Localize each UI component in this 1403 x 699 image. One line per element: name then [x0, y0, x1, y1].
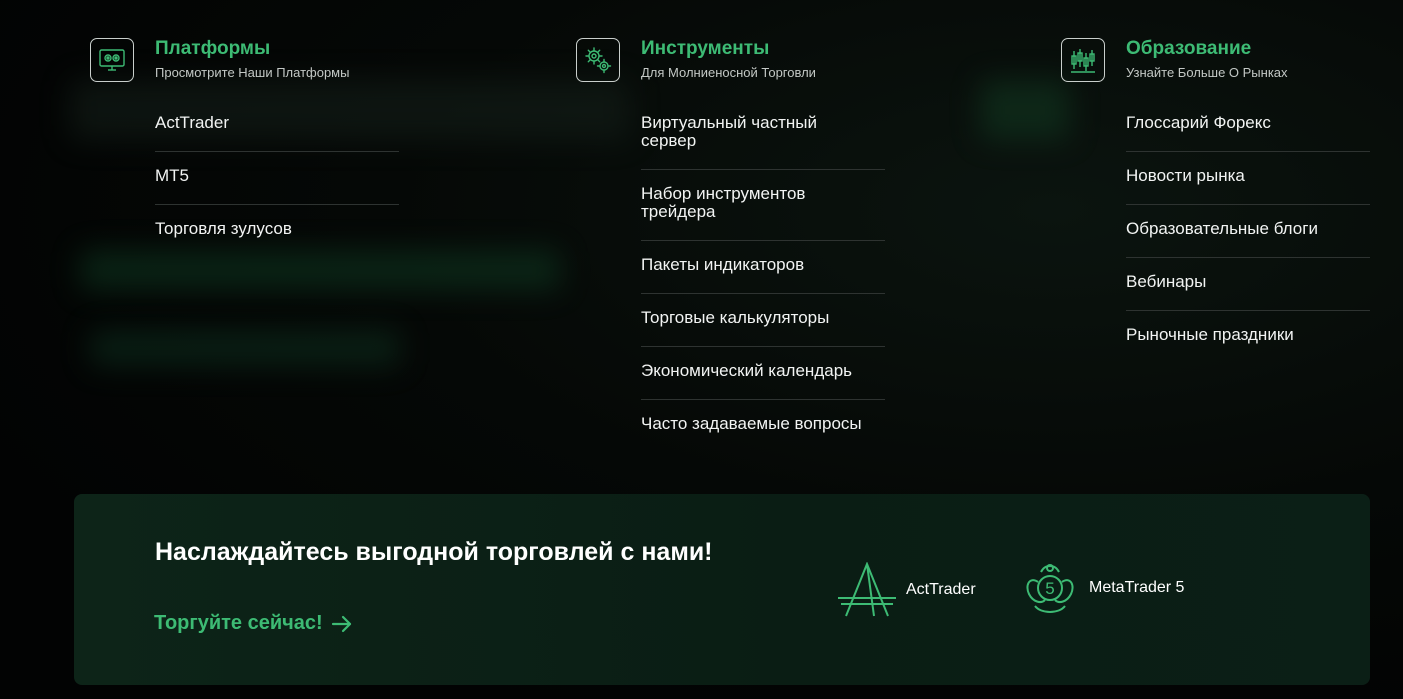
menu-item-label: Часто задаваемые вопросы: [641, 414, 862, 433]
platforms-column: Платформы Просмотрите Наши Платформы Act…: [90, 38, 400, 257]
menu-item-label: Рыночные праздники: [1126, 325, 1294, 344]
menu-item-education-blogs[interactable]: Образовательные блоги: [1126, 205, 1370, 258]
platforms-subtitle: Просмотрите Наши Платформы: [155, 65, 350, 80]
metatrader5-label: MetaTrader 5: [1089, 579, 1185, 596]
menu-item-faq[interactable]: Часто задаваемые вопросы: [641, 400, 885, 452]
tools-title: Инструменты: [641, 38, 770, 59]
menu-item-market-news[interactable]: Новости рынка: [1126, 152, 1370, 205]
education-subtitle: Узнайте Больше О Рынках: [1126, 65, 1288, 80]
education-column: Образование Узнайте Больше О Рынках Глос…: [1061, 38, 1371, 363]
menu-item-indicator-packs[interactable]: Пакеты индикаторов: [641, 241, 885, 294]
acttrader-label: ActTrader: [906, 581, 976, 598]
mega-menu-page: Платформы Просмотрите Наши Платформы Act…: [0, 0, 1403, 699]
menu-item-label: Виртуальный частный сервер: [641, 113, 817, 150]
menu-item-economic-calendar[interactable]: Экономический календарь: [641, 347, 885, 400]
menu-item-trading-calculators[interactable]: Торговые калькуляторы: [641, 294, 885, 347]
cta-title: Наслаждайтесь выгодной торговлей с нами!: [155, 538, 713, 566]
menu-item-zulu-trading[interactable]: Торговля зулусов: [155, 205, 399, 257]
platforms-title: Платформы: [155, 38, 271, 59]
tools-menu: Виртуальный частный сервер Набор инструм…: [641, 99, 885, 452]
menu-item-mt5[interactable]: MT5: [155, 152, 399, 205]
menu-item-label: Вебинары: [1126, 272, 1207, 291]
education-menu: Глоссарий Форекс Новости рынка Образоват…: [1126, 99, 1370, 363]
menu-item-label: Экономический календарь: [641, 361, 853, 380]
candlestick-chart-icon: [1061, 38, 1105, 82]
tools-subtitle: Для Молниеносной Торговли: [641, 65, 816, 80]
cta-banner: Наслаждайтесь выгодной торговлей с нами!…: [74, 494, 1370, 685]
platforms-header: Платформы Просмотрите Наши Платформы: [90, 38, 400, 82]
menu-item-forex-glossary[interactable]: Глоссарий Форекс: [1126, 99, 1370, 152]
acttrader-brand[interactable]: ActTrader: [838, 562, 976, 618]
menu-item-label: Глоссарий Форекс: [1126, 113, 1271, 132]
menu-item-webinars[interactable]: Вебинары: [1126, 258, 1370, 311]
trade-now-label: Торгуйте сейчас!: [154, 612, 323, 634]
menu-item-label: Новости рынка: [1126, 166, 1245, 185]
arrow-right-icon: [331, 615, 351, 633]
platforms-menu: ActTrader MT5 Торговля зулусов: [155, 99, 399, 257]
svg-text:5: 5: [1045, 579, 1054, 598]
background-blur: [90, 330, 400, 366]
monitor-settings-icon: [90, 38, 134, 82]
menu-item-label: Торговля зулусов: [155, 219, 292, 238]
menu-item-label: ActTrader: [155, 113, 230, 132]
trade-now-link[interactable]: Торгуйте сейчас!: [154, 611, 353, 635]
acttrader-logo: [838, 562, 896, 617]
education-title: Образование: [1126, 38, 1252, 59]
menu-item-label: Образовательные блоги: [1126, 219, 1318, 238]
menu-item-market-holidays[interactable]: Рыночные праздники: [1126, 311, 1370, 363]
education-header: Образование Узнайте Больше О Рынках: [1061, 38, 1371, 82]
gears-icon: [576, 38, 620, 82]
menu-item-vps[interactable]: Виртуальный частный сервер: [641, 99, 885, 170]
background-blur: [980, 80, 1070, 140]
menu-item-label: MT5: [155, 166, 189, 185]
menu-item-label: Пакеты индикаторов: [641, 255, 805, 274]
metatrader5-brand[interactable]: 5 MetaTrader 5: [1021, 560, 1184, 616]
tools-header: Инструменты Для Молниеносной Торговли: [576, 38, 886, 82]
menu-item-acttrader[interactable]: ActTrader: [155, 99, 399, 152]
menu-item-trader-toolkit[interactable]: Набор инструментов трейдера: [641, 170, 885, 241]
menu-item-label: Торговые калькуляторы: [641, 308, 830, 327]
menu-item-label: Набор инструментов трейдера: [641, 184, 806, 221]
tools-column: Инструменты Для Молниеносной Торговли Ви…: [576, 38, 886, 452]
metatrader5-logo: 5: [1026, 564, 1074, 613]
